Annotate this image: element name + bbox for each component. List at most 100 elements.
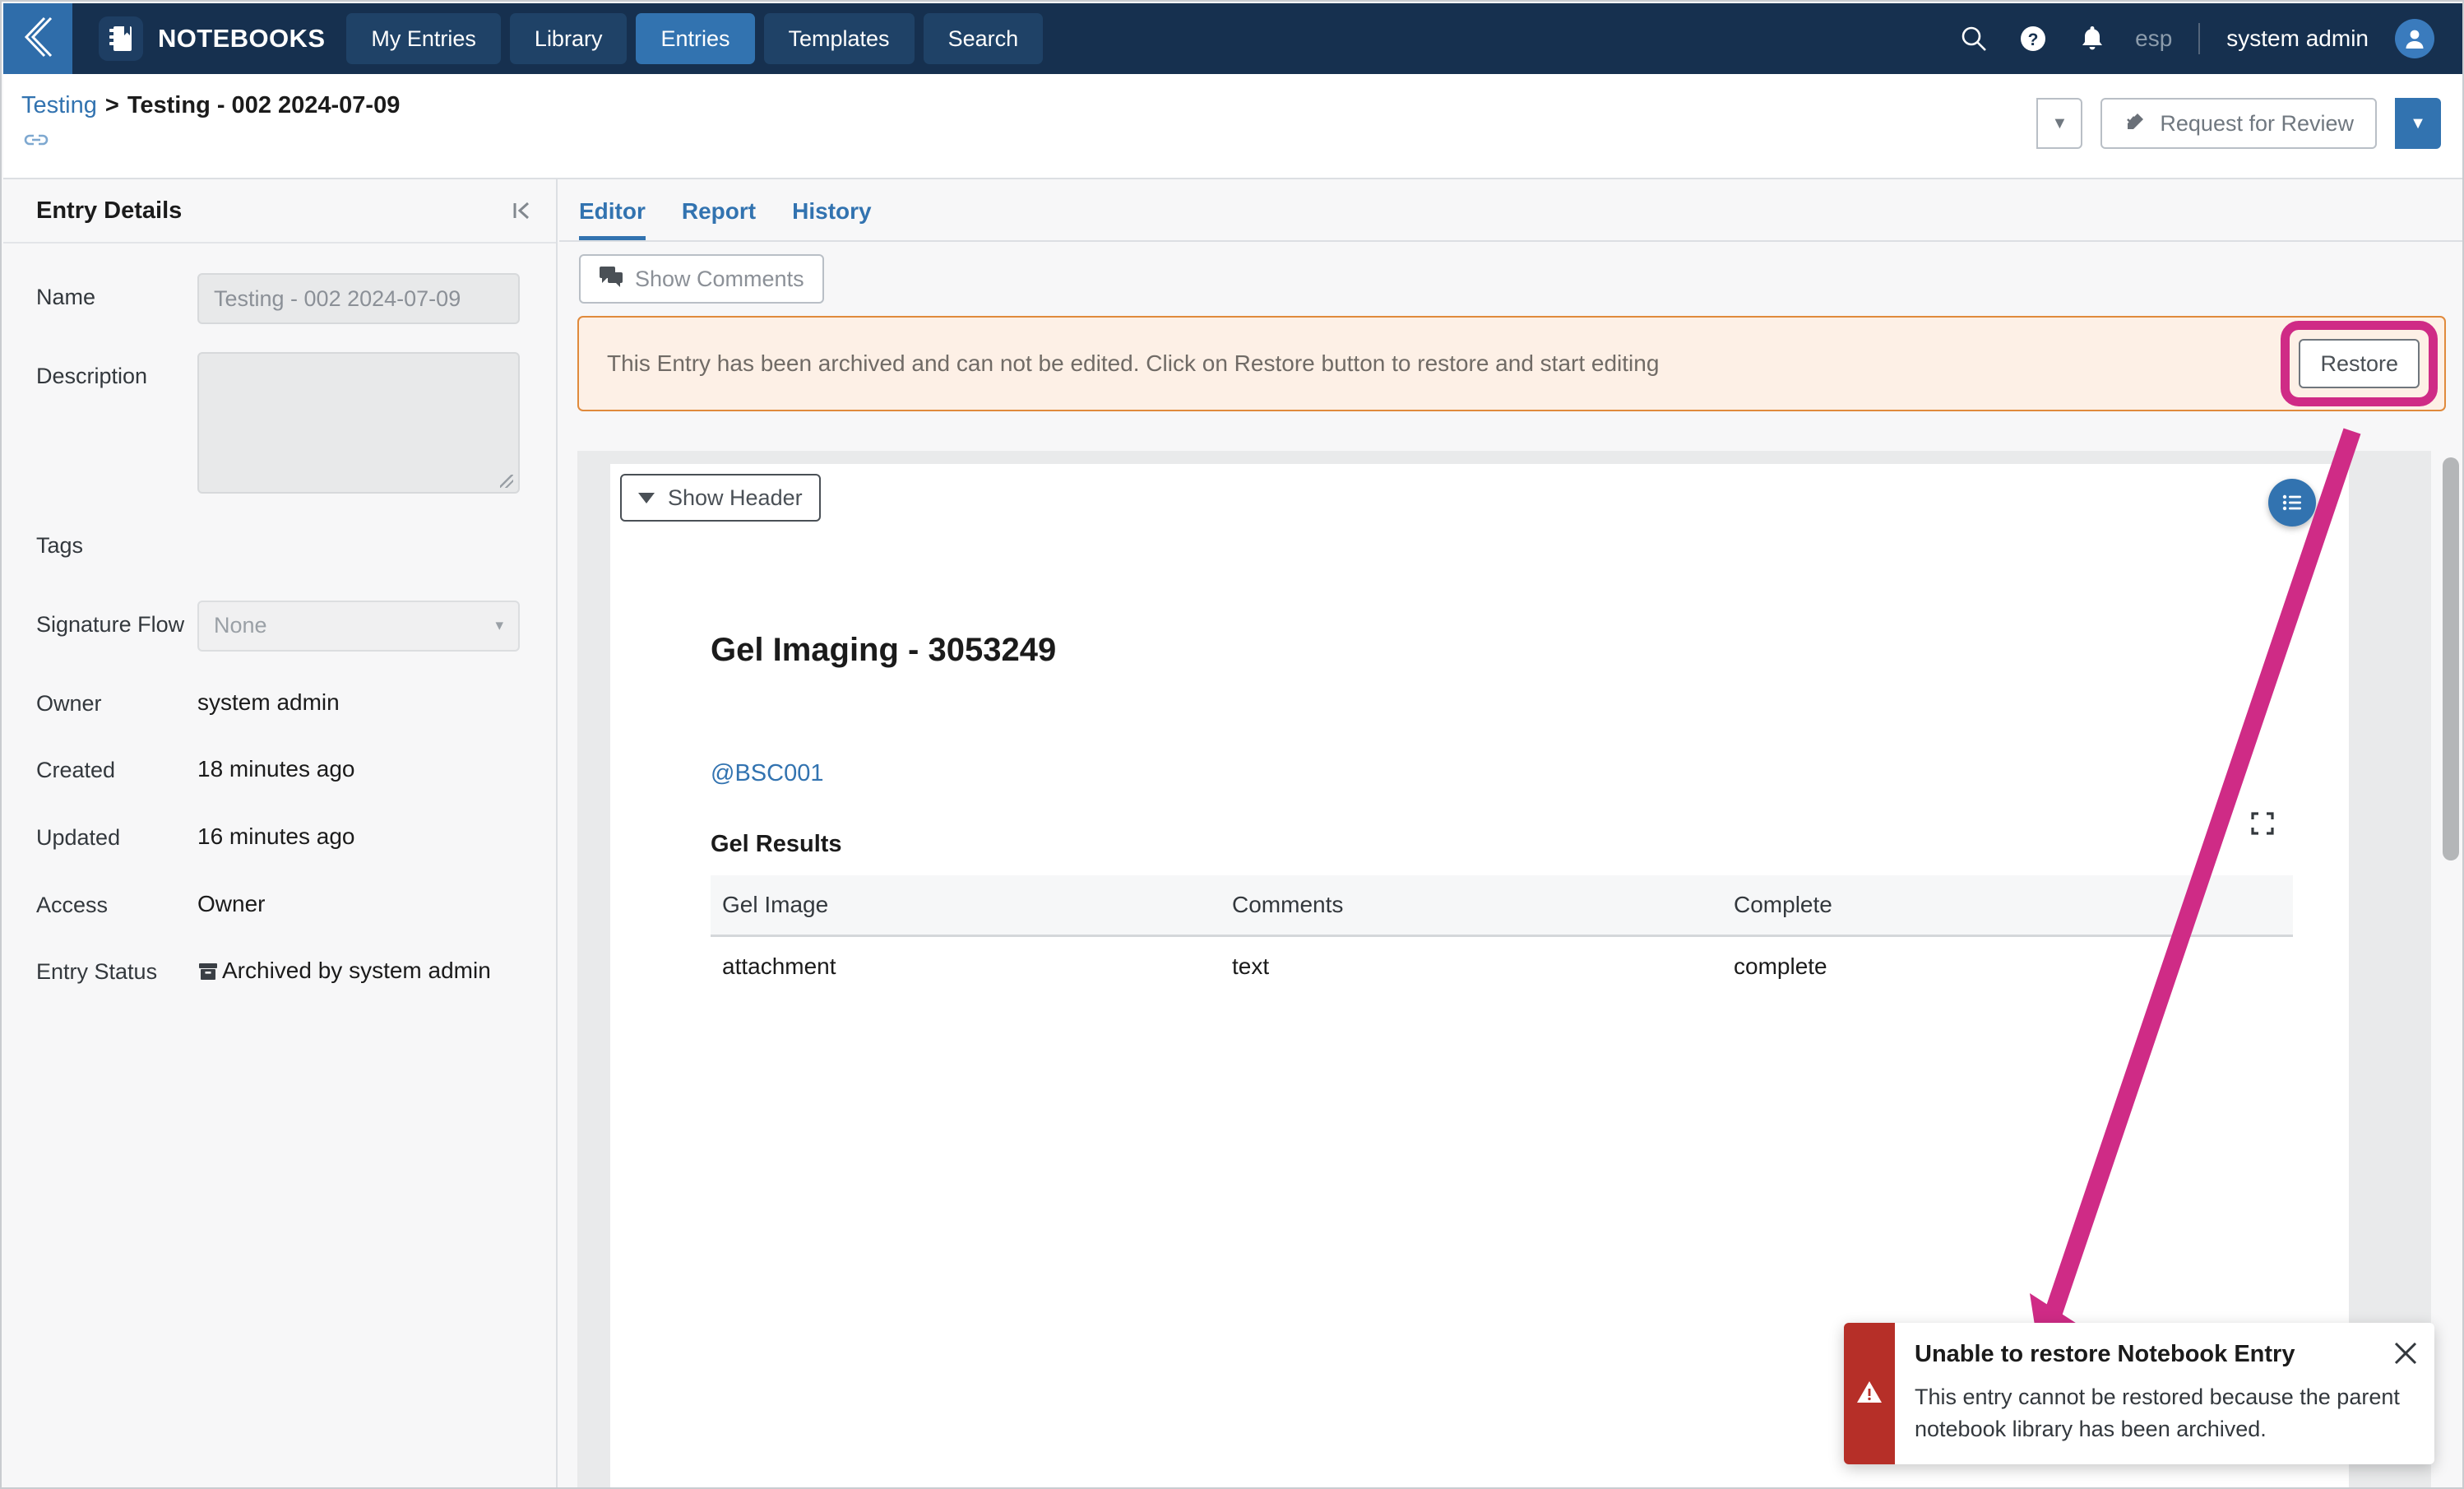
name-input[interactable]: Testing - 002 2024-07-09 [197,273,520,324]
table-header-row: Gel Image Comments Complete [711,875,2293,937]
list-bullets-icon[interactable] [2268,479,2316,526]
link-icon[interactable] [23,127,49,157]
search-icon[interactable] [1957,22,1990,55]
access-value: Owner [197,890,266,916]
toast-body: Unable to restore Notebook Entry This en… [1895,1323,2434,1464]
nav-divider [2198,23,2201,54]
chevron-double-left-icon [20,15,56,63]
breadcrumb-separator: > [104,92,119,118]
nav-tab-search[interactable]: Search [923,13,1044,64]
scrollbar-thumb[interactable] [2443,457,2459,860]
created-value: 18 minutes ago [197,756,355,782]
nav-tabs: My Entries Library Entries Templates Sea… [346,13,1044,64]
caret-down-icon [638,492,655,503]
field-label-tags: Tags [36,533,84,558]
save-split-button[interactable]: Save ▼ [2395,98,2441,149]
help-circle-icon[interactable]: ? [2017,22,2049,55]
restore-button[interactable]: Restore [2299,339,2420,388]
column-header-complete: Complete [1722,875,2293,937]
field-label-entry-status: Entry Status [36,959,158,985]
field-label-access: Access [36,892,109,917]
sidebar-title: Entry Details [36,197,183,224]
field-label-owner: Owner [36,690,102,716]
nav-tab-my-entries[interactable]: My Entries [346,13,501,64]
gel-results-table: Gel Image Comments Complete attachment t… [711,875,2293,996]
main-content: Editor Report History Show Comments This… [559,179,2462,1487]
field-description: Description [3,352,556,494]
description-textarea[interactable] [197,352,520,494]
field-name: Name Testing - 002 2024-07-09 [3,273,556,324]
application-window: NOTEBOOKS My Entries Library Entries Tem… [0,0,2464,1489]
expand-fullscreen-icon[interactable] [2250,811,2275,836]
sidebar-header: Entry Details [3,179,556,244]
close-icon[interactable] [2392,1339,2420,1367]
field-label-name: Name [36,285,96,309]
archive-box-icon [197,956,219,990]
error-toast: Unable to restore Notebook Entry This en… [1844,1323,2434,1464]
document-mention-link[interactable]: @BSC001 [711,760,823,787]
cell-comments: text [1232,953,1270,979]
toast-accent-stripe [1844,1323,1895,1464]
field-label-signature-flow: Signature Flow [36,611,185,637]
entry-status-value: Archived by system admin [222,958,491,984]
brand: NOTEBOOKS [99,16,325,61]
sidebar-fields: Name Testing - 002 2024-07-09 Descriptio… [3,244,556,990]
nav-back-button[interactable] [3,3,72,74]
signature-flow-value: None [214,613,267,638]
top-navigation-bar: NOTEBOOKS My Entries Library Entries Tem… [3,3,2462,74]
archived-banner: This Entry has been archived and can not… [577,316,2446,411]
review-caret-icon[interactable]: ▼ [2036,98,2083,149]
table-row: attachment text complete [711,936,2293,997]
show-header-button[interactable]: Show Header [620,474,821,522]
breadcrumb-bar: Testing > Testing - 002 2024-07-09 Revie… [3,74,2462,179]
nav-right-actions: ? esp system admin [1957,19,2462,58]
toast-title: Unable to restore Notebook Entry [1915,1341,2295,1368]
toast-message: This entry cannot be restored because th… [1915,1385,2400,1441]
column-header-comments: Comments [1220,875,1722,937]
user-avatar-icon[interactable] [2395,19,2434,58]
pencil-check-icon [2124,109,2148,139]
editor-toolbar: Show Comments [559,242,2462,316]
warning-triangle-icon [1855,1378,1883,1410]
cell-complete: complete [1734,953,1827,979]
svg-text:?: ? [2028,30,2039,49]
cell-gel-image: attachment [722,953,836,979]
request-for-review-button[interactable]: Request for Review [2100,98,2377,149]
column-header-gel-image: Gel Image [711,875,1220,937]
field-updated: Updated 16 minutes ago [3,814,556,853]
field-signature-flow: Signature Flow None ▾ [3,600,556,652]
review-split-button[interactable]: Review ▼ [2036,98,2083,149]
document-title: Gel Imaging - 3053249 [711,632,1057,668]
notebook-icon [99,16,143,61]
nav-tab-templates[interactable]: Templates [763,13,915,64]
entry-details-sidebar: Entry Details Name Testing - 002 2024-07… [3,179,558,1487]
breadcrumb-parent-link[interactable]: Testing [21,92,97,119]
tab-report[interactable]: Report [682,198,756,240]
field-label-description: Description [36,364,148,388]
nav-tab-entries[interactable]: Entries [636,13,755,64]
breadcrumb: Testing > Testing - 002 2024-07-09 [21,92,400,119]
collapse-left-icon[interactable] [508,197,535,224]
field-entry-status: Entry Status Archived by system admin [3,948,556,990]
show-comments-button[interactable]: Show Comments [579,254,824,304]
field-label-updated: Updated [36,824,121,850]
archived-banner-message: This Entry has been archived and can not… [607,350,1660,376]
save-caret-icon[interactable]: ▼ [2395,98,2441,149]
document-section-title: Gel Results [711,831,842,857]
tab-history[interactable]: History [792,198,871,240]
field-created: Created 18 minutes ago [3,746,556,786]
breadcrumb-current: Testing - 002 2024-07-09 [127,92,401,118]
language-indicator[interactable]: esp [2135,26,2172,52]
document-scrollbar[interactable] [2443,457,2459,1482]
brand-name: NOTEBOOKS [158,24,326,53]
signature-flow-select[interactable]: None ▾ [197,600,520,652]
field-owner: Owner system admin [3,680,556,719]
show-header-label: Show Header [668,485,803,510]
bell-icon[interactable] [2076,22,2109,55]
updated-value: 16 minutes ago [197,823,355,849]
username-label: system admin [2226,26,2369,51]
show-comments-label: Show Comments [635,266,804,291]
restore-button-wrapper: Restore [2281,321,2438,406]
nav-tab-library[interactable]: Library [509,13,628,64]
tab-editor[interactable]: Editor [579,198,646,240]
